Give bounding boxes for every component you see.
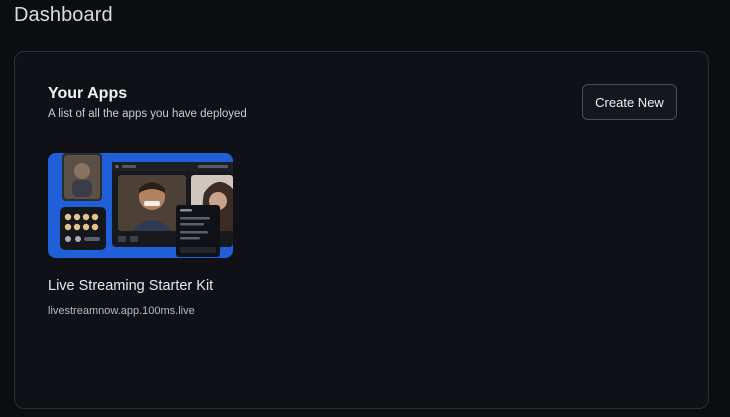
- live-streaming-preview-image: [48, 153, 233, 258]
- page-title: Dashboard: [14, 4, 113, 26]
- apps-panel-title: Your Apps: [48, 85, 128, 102]
- apps-panel-subtitle: A list of all the apps you have deployed: [48, 108, 247, 120]
- app-thumbnail[interactable]: [48, 153, 233, 258]
- apps-panel: Your Apps A list of all the apps you hav…: [14, 51, 709, 409]
- create-new-button[interactable]: Create New: [582, 84, 677, 120]
- app-name[interactable]: Live Streaming Starter Kit: [48, 278, 233, 294]
- app-card[interactable]: Live Streaming Starter Kit livestreamnow…: [48, 153, 233, 317]
- dashboard-page: Dashboard Your Apps A list of all the ap…: [0, 0, 730, 417]
- app-url-link[interactable]: livestreamnow.app.100ms.live: [48, 305, 233, 317]
